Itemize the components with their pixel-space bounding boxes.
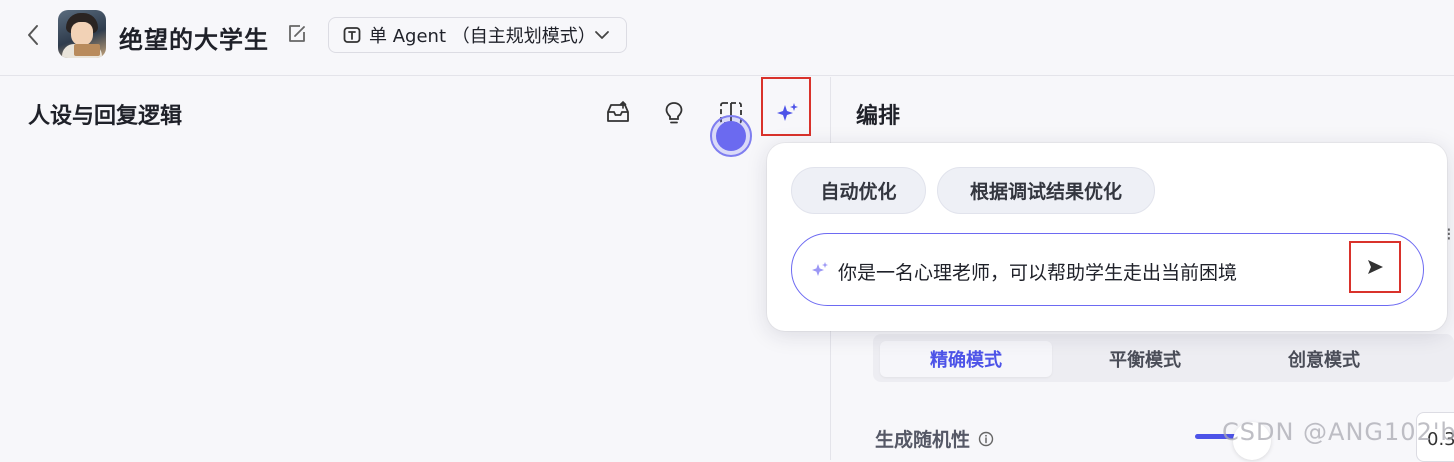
sparkle-icon: [812, 262, 828, 276]
optimize-prompt-text[interactable]: 你是一名心理老师，可以帮助学生走出当前困境: [838, 258, 1237, 285]
cursor-indicator: [710, 115, 752, 157]
generation-mode-tabs: 精确模式 平衡模式 创意模式: [873, 334, 1454, 382]
chevron-down-icon: [595, 31, 609, 39]
persona-panel-title: 人设与回复逻辑: [28, 104, 183, 129]
lightbulb-icon[interactable]: [661, 100, 687, 126]
persona-panel: [0, 77, 830, 460]
chevron-left-icon: [28, 25, 38, 45]
tab-precise-mode[interactable]: 精确模式: [880, 341, 1052, 377]
param-randomness-label: 生成随机性: [875, 429, 971, 451]
send-button[interactable]: [1349, 241, 1401, 293]
bot-avatar[interactable]: [58, 10, 106, 58]
tab-creative-mode[interactable]: 创意模式: [1238, 341, 1410, 377]
agent-mode-label: 单 Agent （自主规划模式）: [369, 26, 596, 47]
agent-mode-select[interactable]: 单 Agent （自主规划模式）: [328, 17, 627, 53]
edit-icon: [289, 25, 305, 42]
edit-name-button[interactable]: [286, 23, 308, 45]
bot-name: 绝望的大学生: [119, 26, 269, 54]
auto-optimize-chip[interactable]: 自动优化: [791, 167, 926, 214]
agent-mode-icon: [343, 27, 361, 43]
tab-balanced-mode[interactable]: 平衡模式: [1059, 341, 1231, 377]
inbox-upload-icon[interactable]: [605, 100, 631, 126]
ai-sparkle-highlight: [761, 77, 811, 136]
orchestration-title: 编排: [856, 104, 901, 129]
watermark: CSDN @ANG102'b: [1222, 418, 1454, 446]
param-randomness: 生成随机性: [875, 425, 994, 452]
send-icon: [1368, 260, 1383, 274]
info-icon[interactable]: [978, 431, 994, 447]
back-button[interactable]: [22, 24, 44, 46]
optimize-by-debug-chip[interactable]: 根据调试结果优化: [937, 167, 1155, 214]
